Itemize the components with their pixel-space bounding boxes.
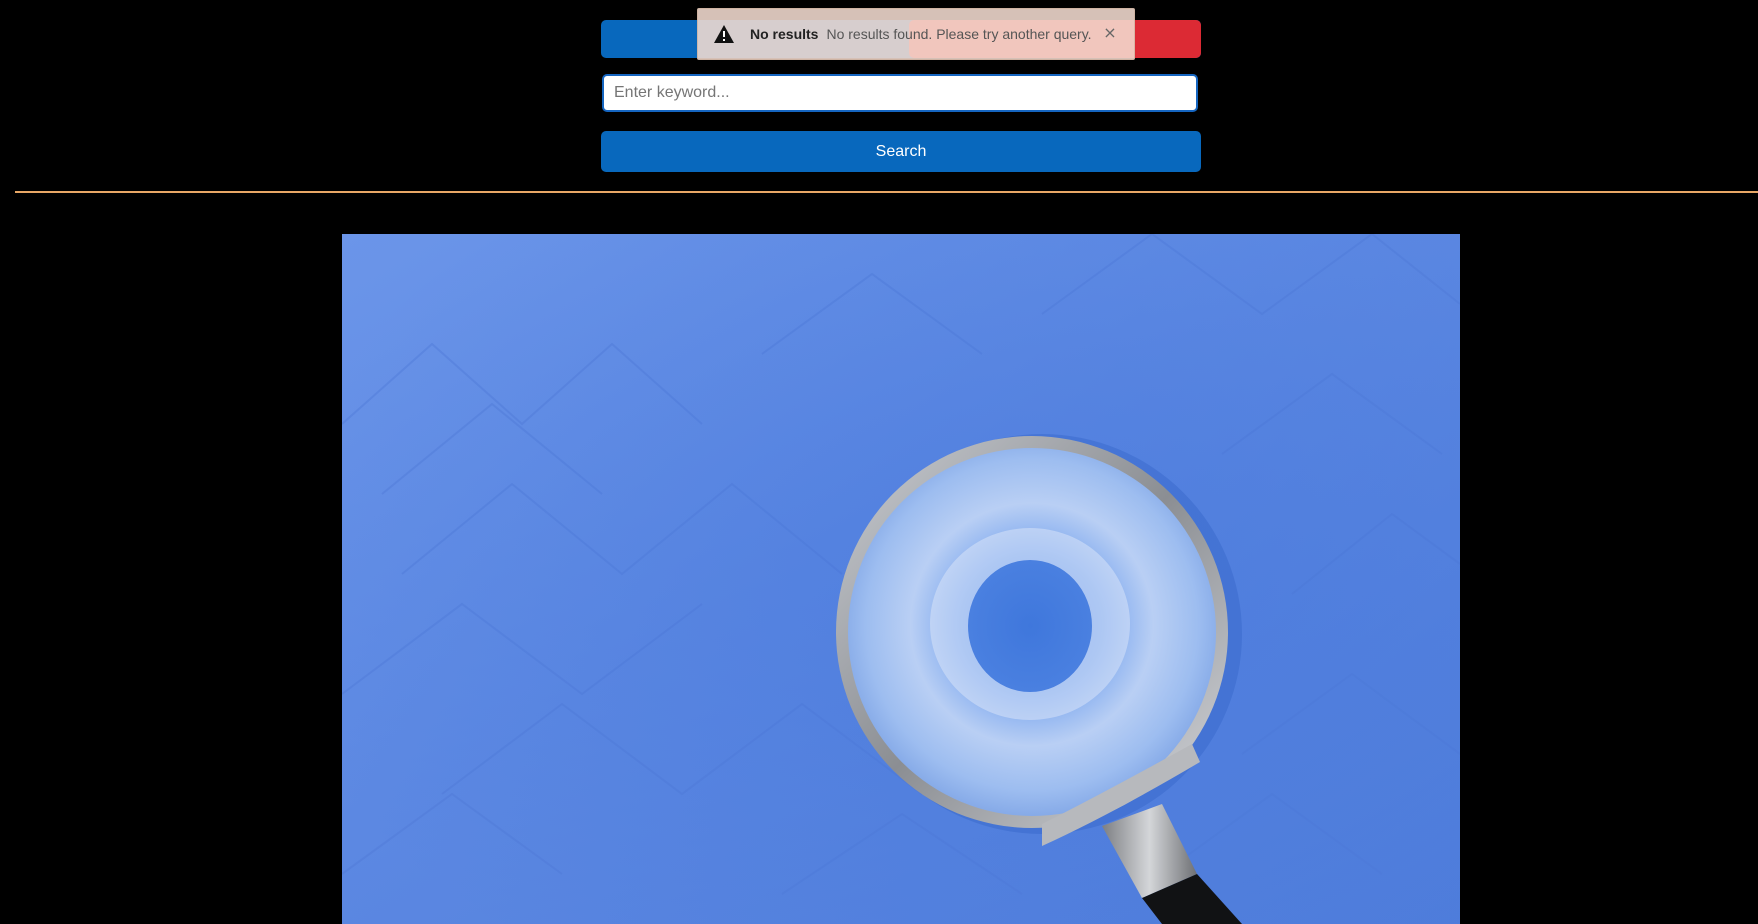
close-icon[interactable]: × [1100, 23, 1120, 43]
search-button[interactable]: Search [601, 131, 1201, 172]
page: Search [0, 0, 1758, 924]
toast-message: No results found. Please try another que… [826, 26, 1092, 42]
divider [15, 191, 1758, 193]
no-results-toast: No results No results found. Please try … [697, 8, 1135, 60]
magnifying-glass-photo [342, 234, 1460, 924]
hero-image [342, 234, 1460, 924]
warning-icon [712, 22, 736, 46]
search-input[interactable] [602, 74, 1198, 112]
toast-title: No results [750, 26, 819, 42]
